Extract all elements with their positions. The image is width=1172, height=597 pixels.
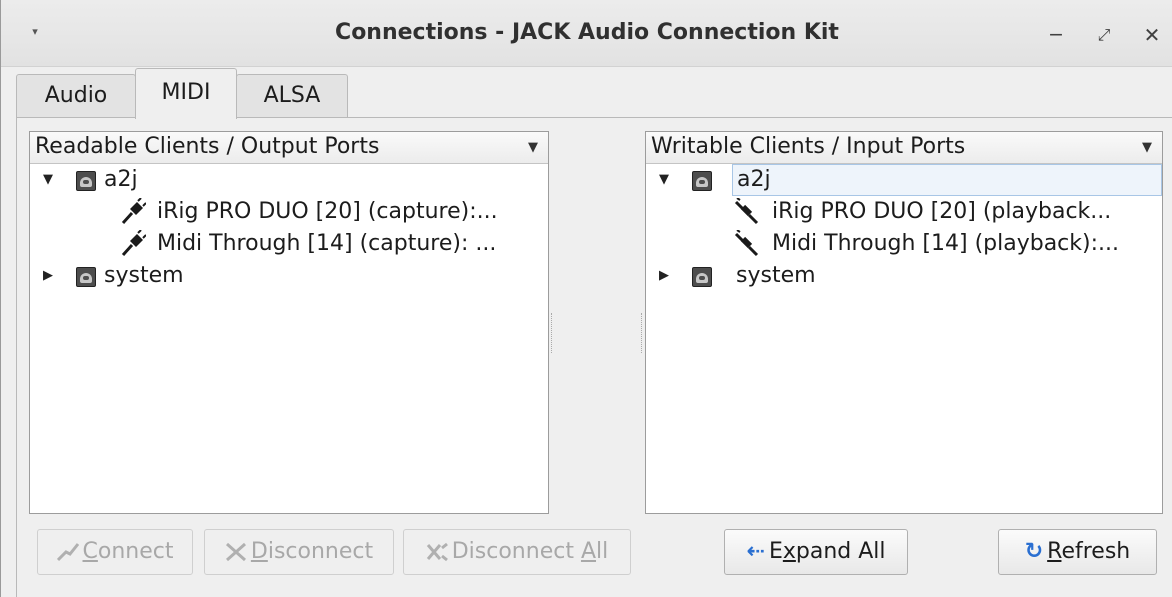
disconnect-mnemonic: D [250, 539, 268, 564]
refresh-label: efresh [1061, 539, 1131, 564]
collapse-arrow-icon[interactable]: ▼ [656, 164, 672, 196]
midi-tab-panel: Readable Clients / Output Ports ▼ ▼ a2j … [16, 117, 1172, 597]
tab-audio[interactable]: Audio [16, 74, 136, 118]
tab-midi[interactable]: MIDI [135, 68, 237, 119]
midi-client-icon [76, 267, 96, 287]
splitter-handle-right[interactable] [641, 313, 644, 353]
midi-client-icon [692, 267, 712, 287]
tree-port-row[interactable]: iRig PRO DUO [20] (playback... [646, 196, 1162, 228]
connect-mnemonic: C [82, 539, 98, 564]
title-bar: ▾ Connections - JACK Audio Connection Ki… [1, 0, 1172, 67]
midi-client-icon [692, 171, 712, 191]
writable-clients-tree[interactable]: Writable Clients / Input Ports ▼ ▼ a2j i… [645, 131, 1163, 514]
input-port-jack-icon [734, 198, 759, 225]
tab-alsa[interactable]: ALSA [236, 74, 348, 118]
expand-arrow-icon[interactable]: ▶ [656, 260, 672, 292]
writable-clients-header[interactable]: Writable Clients / Input Ports ▼ [646, 132, 1162, 164]
tree-port-row[interactable]: Midi Through [14] (playback):... [646, 228, 1162, 260]
client-name-selected: a2j [732, 164, 1162, 196]
window-title: Connections - JACK Audio Connection Kit [335, 20, 839, 45]
expand-arrow-icon: ⇠ [746, 539, 765, 564]
plug-disconnect-icon [225, 542, 246, 562]
port-name: Midi Through [14] (playback):... [772, 231, 1119, 256]
disconnect-button[interactable]: Disconnect [204, 529, 394, 575]
client-name: system [736, 263, 816, 288]
splitter-handle-left[interactable] [551, 313, 554, 353]
tree-client-row[interactable]: ▼ a2j [646, 164, 1162, 196]
refresh-mnemonic: R [1047, 539, 1062, 564]
input-port-jack-icon [734, 230, 759, 257]
client-name: a2j [104, 167, 138, 192]
port-name: Midi Through [14] (capture): ... [157, 231, 497, 256]
readable-clients-tree[interactable]: Readable Clients / Output Ports ▼ ▼ a2j … [29, 131, 549, 514]
sort-indicator-icon: ▼ [528, 140, 538, 155]
disconnect-all-icon [426, 542, 448, 562]
refresh-icon: ↻ [1024, 539, 1044, 564]
readable-clients-header-label: Readable Clients / Output Ports [35, 134, 380, 159]
connect-button[interactable]: Connect [37, 529, 193, 575]
sort-indicator-icon: ▼ [1142, 140, 1152, 155]
close-button[interactable]: ✕ [1137, 20, 1167, 50]
connect-label: onnect [97, 539, 174, 564]
disconnect-all-mnemonic: A [580, 539, 597, 564]
disconnect-all-label: ll [596, 539, 609, 564]
expand-all-button[interactable]: ⇠ Expand All [724, 529, 908, 575]
port-name: iRig PRO DUO [20] (playback... [772, 199, 1112, 224]
disconnect-label: isconnect [267, 539, 374, 564]
expand-all-label: pand All [795, 539, 886, 564]
expand-all-mnemonic: x [782, 539, 796, 564]
collapse-arrow-icon[interactable]: ▼ [40, 164, 56, 196]
disconnect-all-button[interactable]: Disconnect All [403, 529, 631, 575]
port-name: iRig PRO DUO [20] (capture):... [157, 199, 498, 224]
refresh-button[interactable]: ↻ Refresh [998, 529, 1157, 575]
minimize-button[interactable]: ‒ [1041, 20, 1071, 50]
disconnect-all-label-prefix: Disconnect [451, 539, 581, 564]
tree-port-row[interactable]: Midi Through [14] (capture): ... [30, 228, 548, 260]
output-port-plug-icon [121, 198, 146, 225]
expand-all-prefix: E [768, 539, 783, 564]
tree-client-row[interactable]: ▼ a2j [30, 164, 548, 196]
readable-clients-header[interactable]: Readable Clients / Output Ports ▼ [30, 132, 548, 164]
tree-port-row[interactable]: iRig PRO DUO [20] (capture):... [30, 196, 548, 228]
midi-client-icon [76, 171, 96, 191]
tree-client-row[interactable]: ▶ system [30, 260, 548, 292]
tree-client-row[interactable]: ▶ system [646, 260, 1162, 292]
connections-window: ▾ Connections - JACK Audio Connection Ki… [0, 0, 1172, 597]
writable-clients-header-label: Writable Clients / Input Ports [651, 134, 966, 159]
output-port-plug-icon [121, 230, 146, 257]
client-name: system [104, 263, 184, 288]
expand-arrow-icon[interactable]: ▶ [40, 260, 56, 292]
maximize-button[interactable]: ⤢ [1089, 20, 1119, 50]
plug-connect-icon [56, 543, 79, 562]
